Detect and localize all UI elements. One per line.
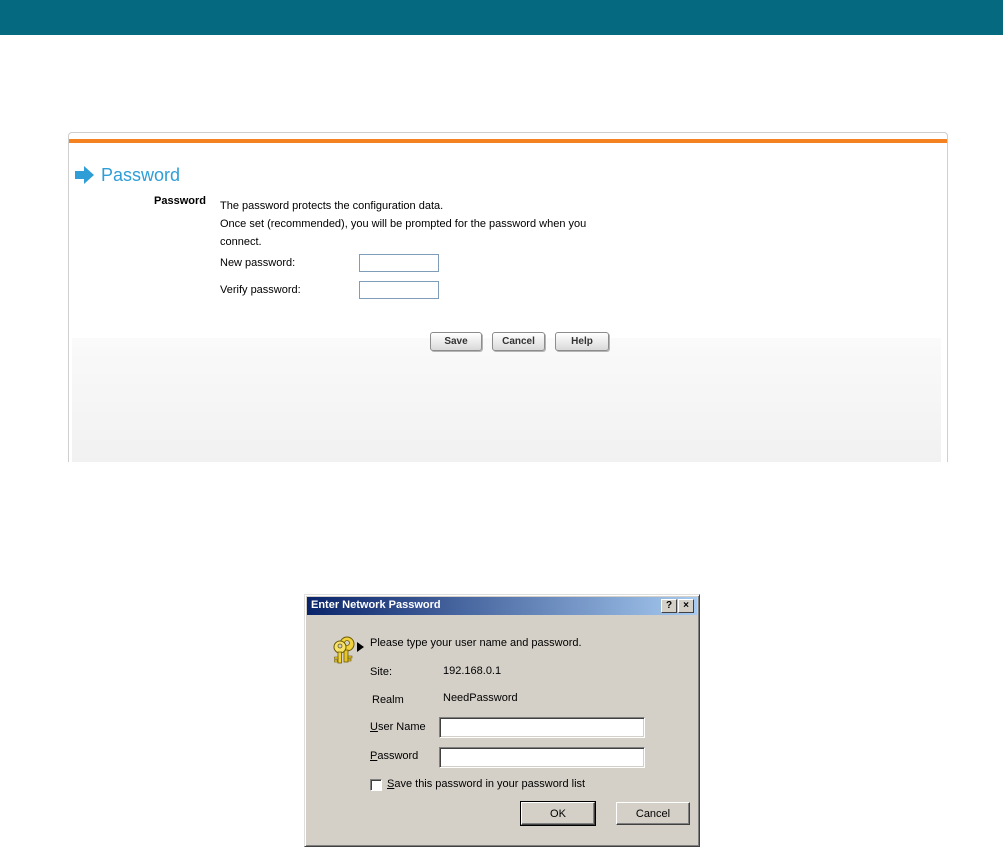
description-line: connect. (220, 236, 262, 248)
cancel-button[interactable]: Cancel (492, 332, 545, 351)
orange-accent-bar (69, 139, 947, 143)
site-label: Site: (370, 666, 393, 678)
verify-password-label: Verify password: (220, 284, 301, 296)
password-description: The password protects the configuration … (220, 197, 620, 251)
password-panel: Password Password The password protects … (68, 132, 948, 462)
new-password-label: New password: (220, 257, 296, 269)
save-password-label[interactable]: Save this password in your password list (387, 778, 585, 790)
new-password-input[interactable] (359, 254, 439, 272)
mnemonic-letter: U (370, 721, 378, 733)
section-label: Password (154, 195, 206, 207)
label-text: ser Name (377, 721, 426, 733)
help-button[interactable]: Help (555, 332, 609, 351)
dialog-titlebar[interactable]: Enter Network Password ? × (307, 597, 697, 615)
realm-label: Realm (372, 694, 404, 706)
password-label: Password (370, 750, 418, 762)
dialog-title: Enter Network Password (311, 599, 441, 611)
dialog-cancel-button[interactable]: Cancel (616, 802, 690, 825)
user-name-label: User Name (370, 721, 426, 733)
network-password-dialog: Enter Network Password ? × Please type y… (304, 594, 700, 847)
user-name-input[interactable] (439, 717, 645, 738)
realm-value: NeedPassword (443, 692, 518, 704)
save-button[interactable]: Save (430, 332, 482, 351)
site-value: 192.168.0.1 (443, 665, 502, 677)
panel-title: Password (75, 163, 180, 187)
password-input[interactable] (439, 747, 645, 768)
dialog-prompt: Please type your user name and password. (370, 637, 582, 649)
verify-password-input[interactable] (359, 281, 439, 299)
top-banner (0, 0, 1003, 35)
arrow-right-icon (75, 166, 94, 184)
page-title: Password (101, 164, 181, 185)
help-title-button[interactable]: ? (661, 599, 677, 613)
ok-button[interactable]: OK (520, 801, 596, 826)
save-password-checkbox[interactable] (370, 779, 382, 791)
description-line: The password protects the configuration … (220, 200, 444, 212)
close-title-button[interactable]: × (678, 599, 694, 613)
panel-footer-area (72, 338, 941, 462)
description-line: Once set (recommended), you will be prom… (220, 218, 587, 230)
label-text: assword (377, 750, 419, 762)
label-text: ave this password in your password list (394, 778, 586, 790)
keys-icon (333, 636, 364, 664)
